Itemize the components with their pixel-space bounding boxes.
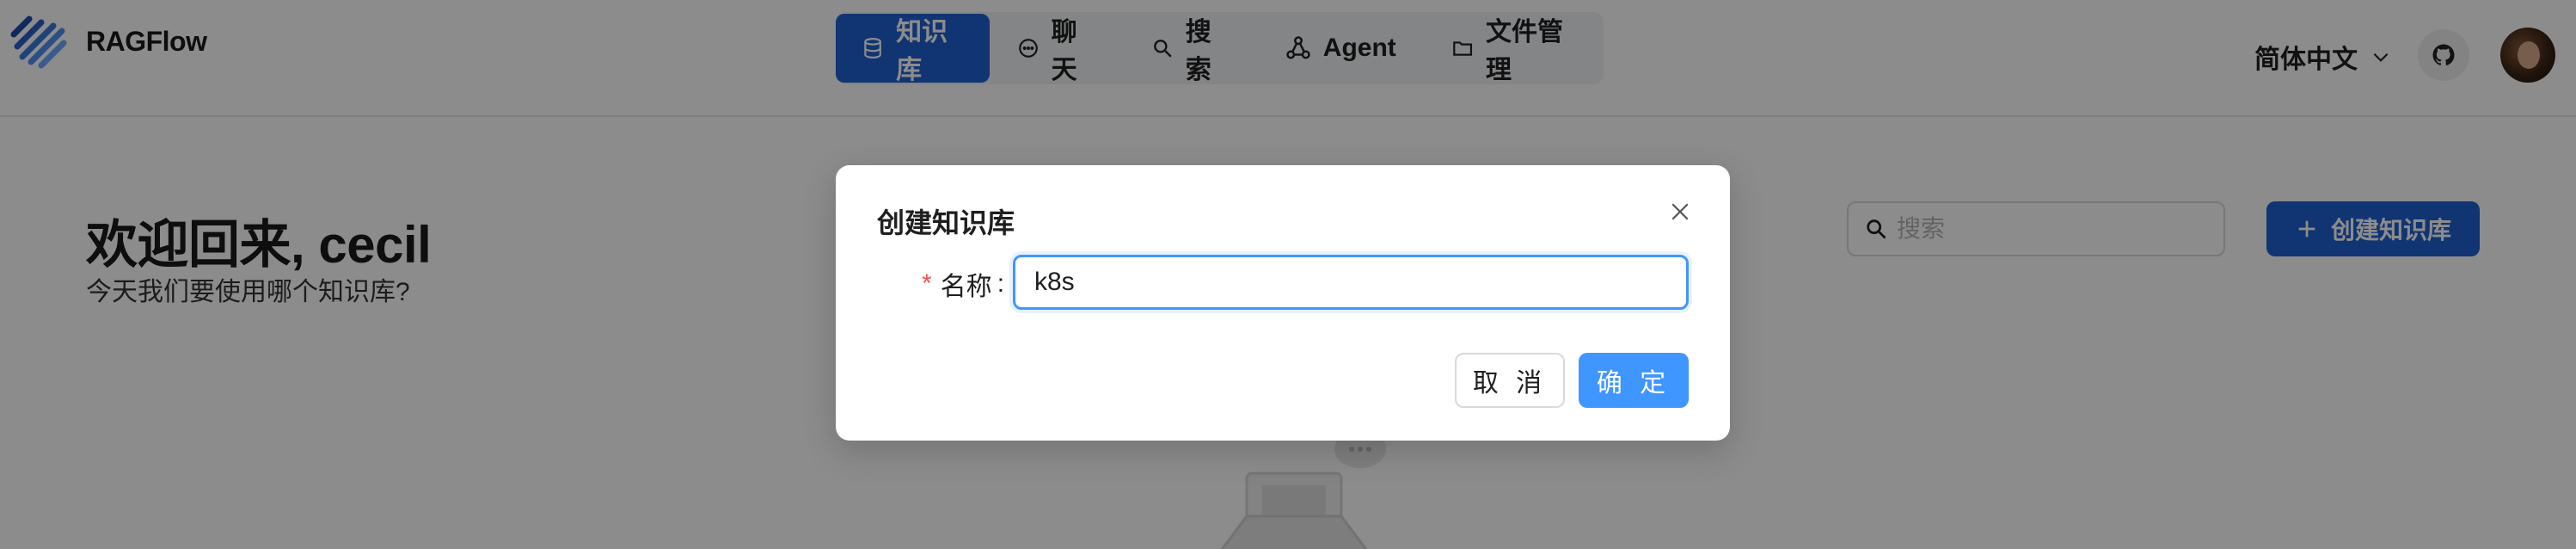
confirm-button[interactable]: 确 定	[1579, 353, 1689, 408]
name-field-label: * 名称 :	[922, 265, 1004, 303]
required-mark: *	[922, 269, 932, 298]
name-label-text: 名称	[940, 273, 992, 301]
close-button[interactable]	[1665, 196, 1696, 227]
close-icon	[1671, 203, 1689, 220]
cancel-button[interactable]: 取 消	[1455, 353, 1565, 408]
label-colon: :	[997, 269, 1005, 298]
create-knowledge-base-dialog: 创建知识库 * 名称 : 取 消 确 定	[836, 165, 1730, 441]
name-input[interactable]	[1013, 255, 1689, 310]
dialog-title: 创建知识库	[877, 207, 1015, 238]
